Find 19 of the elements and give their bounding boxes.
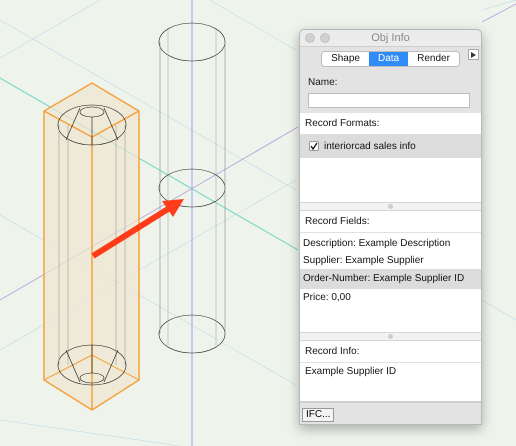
minimize-icon[interactable] — [320, 33, 330, 43]
record-info-text: Example Supplier ID — [304, 364, 398, 379]
record-field-row[interactable]: Supplier: Example Supplier — [300, 252, 481, 269]
record-field-row[interactable]: Order-Number: Example Supplier ID — [300, 268, 481, 289]
triangle-icon — [471, 52, 476, 58]
menu-arrow-button[interactable] — [468, 49, 479, 60]
ifc-button[interactable]: IFC... — [302, 408, 334, 422]
checkbox[interactable] — [309, 141, 319, 152]
section-header: Record Formats: — [300, 112, 481, 135]
record-field-row[interactable]: Description: Example Description — [300, 234, 481, 252]
name-input-field[interactable] — [308, 93, 470, 108]
window-title: Obj Info — [370, 30, 411, 46]
record-format-label: interiorcad sales info — [324, 140, 416, 154]
close-icon[interactable] — [305, 33, 315, 43]
name-label: Name: — [307, 76, 338, 90]
record-field-row[interactable]: Price: 0,00 — [300, 288, 481, 306]
record-format-row[interactable]: interiorcad sales info — [300, 134, 481, 158]
section-header: Record Fields: — [300, 210, 481, 233]
section-header: Record Info: — [300, 340, 481, 363]
